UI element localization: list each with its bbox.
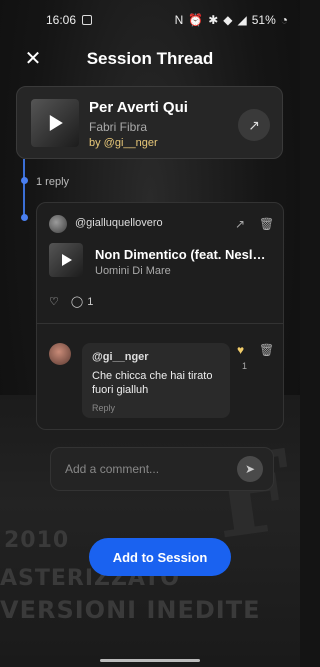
- comment-input-box: ➤: [50, 447, 274, 491]
- reply-link[interactable]: Reply: [92, 403, 220, 413]
- comment-username[interactable]: @gi__nger: [92, 351, 220, 363]
- divider: [37, 323, 283, 324]
- status-bar: 16:06 N ⏰ ✱ ◆ ◢ 51% ◔: [0, 0, 300, 40]
- close-icon[interactable]: ✕: [22, 48, 44, 70]
- trash-icon[interactable]: 🗑: [259, 343, 274, 357]
- reply-card: @gialluquellovero ↗ 🗑 Non Dimentico (fea…: [36, 202, 284, 430]
- trash-icon[interactable]: 🗑: [259, 217, 274, 231]
- thread-dot: [21, 214, 28, 221]
- home-indicator: [100, 659, 200, 662]
- main-track-card[interactable]: Per Averti Qui Fabri Fibra by @gi__nger …: [16, 86, 283, 159]
- heart-filled-icon[interactable]: ♥: [237, 343, 244, 357]
- comment-bubble: @gi__nger Che chicca che hai tirato fuor…: [82, 343, 230, 418]
- play-icon: [49, 115, 63, 131]
- background-text-line3: VERSIONI INEDITE: [0, 596, 261, 624]
- battery-percent: 51%: [251, 13, 276, 27]
- bluetooth-icon: ✱: [208, 13, 219, 27]
- open-external-icon[interactable]: ↗: [235, 217, 245, 231]
- page-title: Session Thread: [86, 49, 214, 68]
- track-artist: Fabri Fibra: [89, 120, 148, 134]
- track-added-by[interactable]: by @gi__nger: [89, 137, 158, 149]
- comment-icon[interactable]: ◯: [71, 295, 83, 308]
- add-to-session-button[interactable]: Add to Session: [89, 538, 231, 576]
- thread-line: [23, 159, 25, 217]
- comment-text: Che chicca che hai tirato fuori gialluh: [92, 370, 213, 396]
- reply-username[interactable]: @gialluquellovero: [75, 217, 163, 229]
- reply-count: 1 reply: [36, 176, 70, 188]
- alarm-icon: ⏰: [188, 13, 204, 27]
- open-external-button[interactable]: ↗: [238, 109, 270, 141]
- avatar[interactable]: [49, 343, 71, 365]
- album-art[interactable]: [31, 99, 79, 147]
- track-artist: Uomini Di Mare: [95, 265, 171, 277]
- send-button[interactable]: ➤: [237, 456, 263, 482]
- comment-count: 1: [87, 295, 94, 308]
- like-count: 1: [242, 361, 248, 371]
- track-title: Per Averti Qui: [89, 99, 188, 116]
- thread-dot: [21, 177, 28, 184]
- header: ✕ Session Thread: [0, 40, 300, 78]
- send-icon: ➤: [244, 462, 256, 476]
- arrow-up-right-icon: ↗: [248, 116, 260, 133]
- status-time: 16:06: [46, 13, 77, 27]
- background-text-year: 2010: [4, 528, 70, 553]
- reaction-row: ♡ ◯ 1: [49, 295, 94, 309]
- play-icon: [62, 254, 72, 266]
- album-art[interactable]: [49, 243, 83, 277]
- notification-icon: [82, 15, 93, 25]
- heart-icon[interactable]: ♡: [49, 295, 59, 308]
- nfc-icon: N: [174, 13, 184, 27]
- track-title: Non Dimentico (feat. Nesly Ri...: [95, 247, 271, 262]
- avatar[interactable]: [49, 215, 67, 233]
- battery-icon: ◔: [280, 13, 288, 27]
- comment-input[interactable]: [65, 459, 225, 479]
- wifi-icon: ◆: [223, 13, 233, 27]
- signal-icon: ◢: [237, 13, 247, 27]
